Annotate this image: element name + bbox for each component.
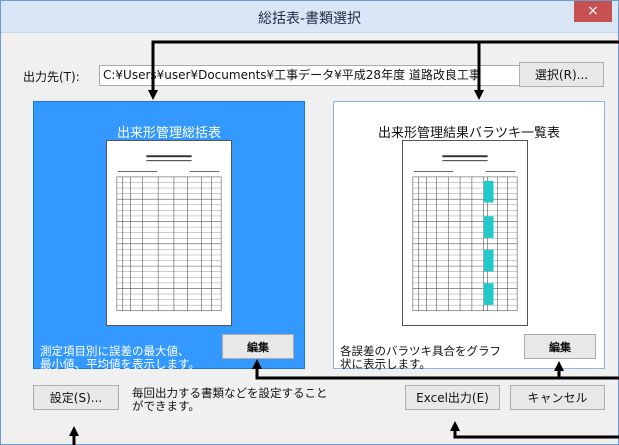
title-bar[interactable]: 総括表-書類選択 × (1, 1, 618, 33)
cancel-button[interactable]: キャンセル (510, 385, 605, 410)
settings-button[interactable]: 設定(S)... (33, 385, 119, 410)
dialog-window: 総括表-書類選択 × 出力先(T): C:¥Users¥user¥Documen… (0, 0, 619, 445)
report-description: 各誤差のバラツキ具合をグラフ 状に表示します。 (340, 345, 501, 371)
report-title: 出来形管理結果バラツキ一覧表 (377, 126, 560, 141)
settings-description: 毎回出力する書類などを設定すること ができます。 (132, 387, 328, 413)
edit-button-summary[interactable]: 編集 (222, 334, 294, 359)
report-thumbnail-variation (402, 140, 528, 326)
report-option-summary[interactable]: 出来形管理総括表 測定項目別に誤差の最大値、 最小値、平均値を表示します。 編集 (33, 101, 305, 371)
window-title: 総括表-書類選択 (257, 11, 362, 27)
description-line: 最小値、平均値を表示します。 (40, 357, 200, 371)
report-thumbnail-summary (106, 140, 232, 326)
output-path-field[interactable]: C:¥Users¥user¥Documents¥工事データ¥平成28年度 道路改… (99, 65, 520, 86)
report-description: 測定項目別に誤差の最大値、 最小値、平均値を表示します。 (40, 345, 200, 371)
excel-export-button[interactable]: Excel出力(E) (405, 385, 500, 410)
description-line: 状に表示します。 (340, 357, 431, 371)
output-label: 出力先(T): (23, 70, 80, 84)
select-folder-button[interactable]: 選択(R)... (519, 62, 604, 87)
report-option-variation[interactable]: 出来形管理結果バラツキ一覧表 各誤差のバラツキ具合をグラフ 状に表示します。 編… (333, 101, 605, 371)
description-line: ができます。 (132, 399, 200, 413)
close-button[interactable]: × (574, 1, 612, 22)
edit-button-variation[interactable]: 編集 (524, 334, 596, 359)
report-title: 出来形管理総括表 (116, 126, 221, 141)
